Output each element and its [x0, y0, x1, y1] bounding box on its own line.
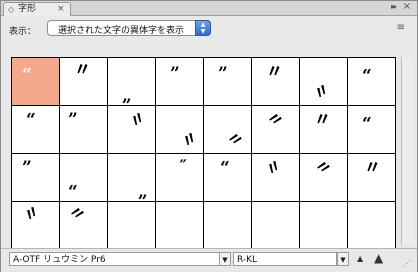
display-select[interactable]: 選択された文字の異体字を表示 ▲ ▼: [47, 20, 211, 36]
glyph: 〃: [19, 202, 45, 228]
glyph: “: [22, 65, 32, 85]
tab-label: 字形: [18, 4, 37, 14]
glyph-cell[interactable]: 〃: [300, 154, 348, 202]
glyph-cell[interactable]: 〃: [60, 58, 108, 106]
tab-glyphs[interactable]: ◇ 字形 ×: [3, 2, 71, 16]
glyph-cell[interactable]: ”: [204, 58, 252, 106]
glyph: 〃: [309, 79, 335, 106]
glyph: 〃: [266, 62, 283, 82]
glyph-cell[interactable]: 〃: [204, 106, 252, 154]
glyph-cell[interactable]: 〃: [60, 202, 108, 250]
glyph-cell[interactable]: “: [348, 58, 396, 106]
glyph-cell[interactable]: “: [348, 106, 396, 154]
select-arrows-icon: ▲ ▼: [195, 20, 211, 36]
glyph: 〃: [261, 155, 287, 182]
glyph-row: ” “„ ˝ “〃〃〃: [12, 154, 396, 202]
glyph: „: [122, 86, 132, 106]
glyph: 〃: [262, 107, 288, 134]
glyphs-panel: ◇ 字形 × ▸▸ × 表示： 選択された文字の異体字を表示 ▲ ▼ ≡ “〃 „”…: [0, 0, 418, 272]
display-select-value: 選択された文字の異体字を表示: [58, 26, 185, 36]
glyph-cell[interactable]: 〃: [252, 58, 300, 106]
glyph-cell[interactable]: “: [12, 106, 60, 154]
glyph-cell[interactable]: “: [60, 154, 108, 202]
glyph: 〃: [222, 127, 248, 154]
glyph-cell[interactable]: 〃: [348, 154, 396, 202]
glyph-cell[interactable]: 〃: [108, 106, 156, 154]
glyph-cell-selected[interactable]: “: [12, 58, 60, 106]
glyph-cell[interactable]: [300, 202, 348, 250]
glyph: ”: [68, 110, 78, 130]
glyph-cell[interactable]: “: [204, 154, 252, 202]
glyph-cell[interactable]: 〃: [300, 106, 348, 154]
glyph-cell[interactable]: ”: [60, 106, 108, 154]
glyph: “: [26, 110, 36, 130]
glyph-cell[interactable]: [156, 202, 204, 250]
glyph: „: [138, 182, 148, 202]
glyph-row: “” 〃〃〃〃〃 “: [12, 106, 396, 154]
panel-tab-icon: ◇: [8, 5, 15, 14]
collapse-icon[interactable]: ▸▸: [391, 2, 397, 11]
display-label: 表示：: [9, 27, 37, 37]
glyph-cell[interactable]: ”: [156, 58, 204, 106]
panel-title-bar: ◇ 字形 × ▸▸ ×: [1, 1, 417, 16]
grid-scrollbar[interactable]: [401, 57, 414, 245]
glyph: ”: [22, 158, 32, 178]
glyph: 〃: [125, 107, 151, 134]
close-icon[interactable]: ×: [403, 1, 411, 12]
font-family-field[interactable]: A-OTF リュウミン Pr6: [9, 252, 221, 266]
glyph: “: [362, 114, 372, 134]
glyph-cell[interactable]: [348, 202, 396, 250]
glyph: 〃: [314, 110, 331, 130]
glyph-cell[interactable]: [108, 202, 156, 250]
glyph: 〃: [64, 202, 90, 228]
glyph: “: [220, 158, 230, 178]
glyph: ˝: [178, 158, 187, 178]
glyph-cell[interactable]: 〃: [252, 106, 300, 154]
glyph-row: 〃〃: [12, 202, 396, 250]
glyph-cell[interactable]: [204, 202, 252, 250]
bottom-bar: A-OTF リュウミン Pr6 ▼ R-KL ▼ ▲ ▲ ⋰: [1, 248, 417, 272]
glyph-cell[interactable]: 〃: [252, 154, 300, 202]
font-family-dropdown-icon[interactable]: ▼: [219, 252, 231, 266]
panel-menu-icon[interactable]: ≡: [397, 22, 405, 33]
glyph-cell[interactable]: „: [108, 154, 156, 202]
glyph-cell[interactable]: 〃: [300, 58, 348, 106]
glyph: 〃: [364, 158, 381, 178]
glyph: 〃: [310, 155, 336, 182]
glyph-grid: “〃 „”” 〃〃 ““” 〃〃〃〃〃 “” “„ ˝ “〃〃〃〃〃: [11, 57, 396, 250]
font-style-dropdown-icon[interactable]: ▼: [337, 252, 349, 266]
zoom-out-icon[interactable]: ▲: [357, 254, 363, 263]
glyph-row: “〃 „”” 〃〃 “: [12, 58, 396, 106]
glyph-cell[interactable]: ”: [12, 154, 60, 202]
tab-close-icon[interactable]: ×: [57, 3, 65, 16]
glyph: 〃: [74, 60, 91, 80]
glyph: ”: [170, 64, 180, 84]
glyph-cell[interactable]: 〃: [12, 202, 60, 250]
glyph: “: [68, 182, 78, 202]
glyph-cell[interactable]: [252, 202, 300, 250]
glyph-cell[interactable]: „: [108, 58, 156, 106]
glyph: “: [362, 66, 372, 86]
font-style-field[interactable]: R-KL: [233, 252, 337, 266]
glyph: ”: [218, 64, 228, 84]
glyph: 〃: [177, 127, 203, 154]
glyph-cell[interactable]: ˝: [156, 154, 204, 202]
glyph-cell[interactable]: 〃: [156, 106, 204, 154]
zoom-in-icon[interactable]: ▲: [374, 251, 383, 265]
resize-grip-icon[interactable]: ⋰: [403, 259, 411, 268]
